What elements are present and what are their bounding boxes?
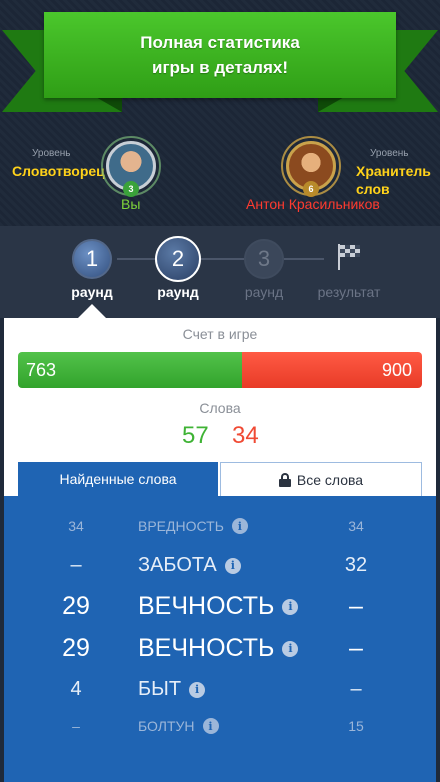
word-text: БЫТ (138, 678, 182, 700)
round-1-step[interactable]: 1 (72, 239, 112, 279)
info-icon[interactable]: i (202, 718, 219, 734)
selected-step-pointer (78, 304, 106, 318)
opponent-score-value: 900 (381, 359, 412, 380)
words-list: 34 ВРЕДНОСТЬ i 34 – ЗАБОТА i 32 29 ВЕЧНОСТ… (4, 496, 436, 782)
step-connector (200, 258, 244, 260)
round-3-step[interactable]: 3 (244, 239, 284, 279)
round-2-step[interactable]: 2 (155, 236, 201, 282)
info-icon[interactable]: i (231, 518, 248, 534)
my-word-points: 4 (70, 678, 82, 700)
my-words-count: 57 (182, 422, 209, 449)
word-row: – ЗАБОТА i 32 (4, 554, 436, 594)
tab-all-words[interactable]: Все слова (220, 462, 422, 496)
info-icon[interactable]: i (189, 681, 206, 698)
word-row: 4 БЫТ i – (4, 678, 436, 718)
info-icon[interactable]: i (224, 557, 241, 574)
word-entry: ВЕЧНОСТЬ i (138, 592, 299, 621)
opponent-word-points: 34 (348, 518, 364, 534)
word-entry: ЗАБОТА i (138, 554, 241, 577)
checkered-flag-icon[interactable] (336, 242, 362, 272)
info-icon[interactable]: i (282, 598, 299, 615)
my-word-points: 34 (68, 518, 84, 534)
word-entry: БОЛТУН i (138, 718, 219, 734)
score-title: Счет в игре (182, 326, 258, 342)
banner-text: Полная статистика игры в деталях! (140, 33, 300, 77)
opponent-player-name: Антон Красильников (246, 196, 380, 212)
my-score-value: 763 (26, 359, 57, 380)
word-row: 29 ВЕЧНОСТЬ i – (4, 592, 436, 632)
stats-panel: Счет в игре 763 900 Слова 57 34 Найденны… (4, 318, 436, 496)
word-text: БОЛТУН (138, 718, 195, 734)
my-word-points: – (70, 554, 82, 576)
word-row: 34 ВРЕДНОСТЬ i 34 (4, 518, 436, 558)
result-label: результат (317, 284, 381, 300)
tab-found-words[interactable]: Найденные слова (18, 462, 218, 496)
words-title: Слова (199, 400, 241, 416)
opponent-level-badge: 6 (303, 181, 319, 197)
my-player-name: Вы (121, 196, 141, 212)
word-entry: БЫТ i (138, 678, 206, 701)
opponent-level-name: Хранитель слов (356, 163, 431, 197)
opponent-word-points: 15 (348, 718, 364, 734)
my-level-label: Уровень (32, 148, 71, 159)
promo-banner: Полная статистика игры в деталях! (44, 12, 396, 98)
word-text: ВЕЧНОСТЬ (138, 592, 275, 620)
word-row: – БОЛТУН i 15 (4, 718, 436, 758)
word-row: 29 ВЕЧНОСТЬ i – (4, 634, 436, 674)
step-connector (284, 258, 324, 260)
round-1-label: раунд (71, 284, 113, 300)
my-word-points: – (72, 718, 80, 734)
word-text: ВРЕДНОСТЬ (138, 518, 224, 534)
opponent-word-points: – (349, 634, 363, 662)
word-entry: ВРЕДНОСТЬ i (138, 518, 248, 534)
info-icon[interactable]: i (282, 640, 299, 657)
word-text: ЗАБОТА (138, 554, 217, 576)
step-connector (117, 258, 155, 260)
my-word-points: 29 (62, 592, 90, 620)
my-word-points: 29 (62, 634, 90, 662)
opponent-words-count: 34 (232, 422, 259, 449)
word-entry: ВЕЧНОСТЬ i (138, 634, 299, 663)
opponent-word-points: – (349, 592, 363, 620)
opponent-score-bar: 900 (242, 352, 422, 388)
round-3-label: раунд (244, 284, 284, 300)
my-level-badge: 3 (123, 181, 139, 197)
opponent-level-label: Уровень (370, 148, 409, 159)
word-text: ВЕЧНОСТЬ (138, 634, 275, 662)
opponent-word-points: 32 (344, 554, 368, 576)
lock-icon (278, 472, 291, 487)
opponent-word-points: – (350, 678, 362, 700)
round-2-label: раунд (157, 284, 199, 300)
tab-all-words-label: Все слова (296, 471, 364, 488)
my-level-name: Словотворец (12, 163, 105, 179)
round-steps-bar (0, 226, 440, 318)
my-score-bar: 763 (18, 352, 242, 388)
